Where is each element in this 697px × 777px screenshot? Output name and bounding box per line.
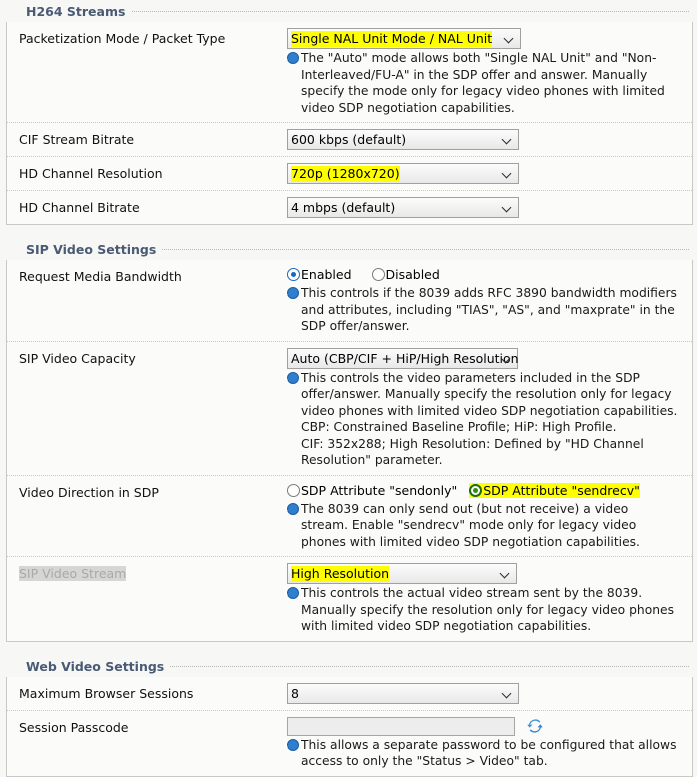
row-session-passcode: Session Passcode This allows a separate … [7, 711, 692, 776]
help-request-media-bandwidth: This controls if the 8039 adds RFC 3890 … [287, 285, 679, 335]
field-sip-video-capacity: Auto (CBP/CIF + HiP/High Resolution This… [287, 347, 686, 469]
radio-option-sendrecv[interactable]: SDP Attribute "sendrecv" [469, 482, 640, 498]
row-sip-video-stream: SIP Video Stream High Resolution This co… [7, 557, 692, 641]
label-video-direction-in-sdp: Video Direction in SDP [19, 484, 159, 500]
radio-option-sendonly[interactable]: SDP Attribute "sendonly" [287, 483, 457, 498]
section-body-web-video-settings: Maximum Browser Sessions 8 Session Passc… [6, 676, 693, 777]
info-icon [287, 51, 299, 65]
select-cif-stream-bitrate[interactable]: 600 kbps (default) [287, 129, 519, 150]
section-header-h264-streams: H264 Streams [4, 0, 693, 22]
label-sip-video-stream: SIP Video Stream [19, 566, 127, 581]
chevron-down-icon [502, 355, 510, 363]
radio-group-video-direction: SDP Attribute "sendonly" SDP Attribute "… [287, 482, 686, 503]
row-packetization-mode: Packetization Mode / Packet Type Single … [7, 22, 692, 123]
label-session-passcode: Session Passcode [19, 719, 129, 735]
help-sip-video-capacity-extra-2: CIF: 352x288; High Resolution: Defined b… [301, 436, 644, 468]
help-packetization-mode: The "Auto" mode allows both "Single NAL … [287, 50, 679, 116]
help-sip-video-stream: This controls the actual video stream se… [287, 585, 679, 635]
radio-disabled-indicator[interactable] [371, 268, 385, 281]
field-sip-video-stream: High Resolution This controls the actual… [287, 559, 686, 635]
select-sip-video-stream[interactable]: High Resolution [287, 563, 517, 584]
radio-option-enabled[interactable]: Enabled [287, 267, 352, 282]
row-sip-video-capacity: SIP Video Capacity Auto (CBP/CIF + HiP/H… [7, 342, 692, 476]
select-packetization-mode[interactable]: Single NAL Unit Mode / NAL Unit [287, 28, 521, 49]
help-sip-video-capacity: This controls the video parameters inclu… [287, 370, 679, 420]
section-body-sip-video-settings: Request Media Bandwidth Enabled Disabled… [6, 260, 693, 642]
select-hd-channel-resolution[interactable]: 720p (1280x720) [287, 163, 519, 184]
section-body-h264-streams: Packetization Mode / Packet Type Single … [6, 22, 693, 225]
field-hd-channel-resolution: 720p (1280x720) [287, 163, 686, 185]
field-cif-stream-bitrate: 600 kbps (default) [287, 129, 686, 150]
radio-group-request-media-bandwidth: Enabled Disabled [287, 266, 686, 284]
section-h264-streams: H264 Streams Packetization Mode / Packet… [4, 0, 693, 225]
radio-option-disabled[interactable]: Disabled [371, 267, 440, 282]
info-icon [287, 586, 299, 600]
row-hd-channel-resolution: HD Channel Resolution 720p (1280x720) [7, 157, 692, 191]
section-header-sip-video-settings: SIP Video Settings [4, 238, 693, 260]
field-maximum-browser-sessions: 8 [287, 682, 686, 704]
label-hd-channel-bitrate: HD Channel Bitrate [19, 200, 140, 215]
info-icon [287, 286, 299, 300]
session-passcode-input[interactable] [287, 716, 515, 736]
row-hd-channel-bitrate: HD Channel Bitrate 4 mbps (default) [7, 191, 692, 224]
select-maximum-browser-sessions[interactable]: 8 [287, 682, 519, 704]
help-video-direction-in-sdp: The 8039 can only send out (but not rece… [287, 501, 679, 551]
label-request-media-bandwidth: Request Media Bandwidth [19, 269, 182, 284]
chevron-down-icon [503, 136, 511, 144]
select-hd-channel-bitrate[interactable]: 4 mbps (default) [287, 197, 519, 218]
label-hd-channel-resolution: HD Channel Resolution [19, 166, 163, 181]
chevron-down-icon [505, 35, 513, 43]
select-sip-video-capacity[interactable]: Auto (CBP/CIF + HiP/High Resolution [287, 347, 519, 369]
section-web-video-settings: Web Video Settings Maximum Browser Sessi… [4, 655, 693, 777]
label-packetization-mode: Packetization Mode / Packet Type [19, 31, 226, 46]
row-request-media-bandwidth: Request Media Bandwidth Enabled Disabled… [7, 260, 692, 342]
chevron-down-icon [503, 204, 511, 212]
row-maximum-browser-sessions: Maximum Browser Sessions 8 [7, 677, 692, 711]
section-sip-video-settings: SIP Video Settings Request Media Bandwid… [4, 238, 693, 642]
label-maximum-browser-sessions: Maximum Browser Sessions [19, 685, 194, 701]
chevron-down-icon [501, 570, 509, 578]
field-video-direction-in-sdp: SDP Attribute "sendonly" SDP Attribute "… [287, 482, 686, 551]
field-request-media-bandwidth: Enabled Disabled This controls if the 80… [287, 266, 686, 335]
field-session-passcode: This allows a separate password to be co… [287, 716, 686, 770]
help-session-passcode: This allows a separate password to be co… [287, 737, 679, 770]
help-sip-video-capacity-extra-1: CBP: Constrained Baseline Profile; HiP: … [301, 420, 617, 434]
label-sip-video-capacity: SIP Video Capacity [19, 350, 136, 366]
field-packetization-mode: Single NAL Unit Mode / NAL Unit The "Aut… [287, 28, 686, 116]
radio-sendrecv-indicator[interactable] [469, 483, 483, 497]
chevron-down-icon [503, 170, 511, 178]
field-hd-channel-bitrate: 4 mbps (default) [287, 197, 686, 218]
row-video-direction-in-sdp: Video Direction in SDP SDP Attribute "se… [7, 476, 692, 557]
row-cif-stream-bitrate: CIF Stream Bitrate 600 kbps (default) [7, 123, 692, 157]
radio-sendonly-indicator[interactable] [287, 483, 300, 497]
label-cif-stream-bitrate: CIF Stream Bitrate [19, 132, 135, 147]
video-settings-page: H264 Streams Packetization Mode / Packet… [0, 0, 697, 777]
info-icon [287, 502, 299, 516]
chevron-down-icon [503, 690, 511, 698]
radio-enabled-indicator[interactable] [287, 268, 300, 281]
info-icon [287, 371, 299, 385]
refresh-icon[interactable] [527, 718, 543, 734]
info-icon [287, 738, 299, 752]
section-header-web-video-settings: Web Video Settings [4, 655, 693, 677]
